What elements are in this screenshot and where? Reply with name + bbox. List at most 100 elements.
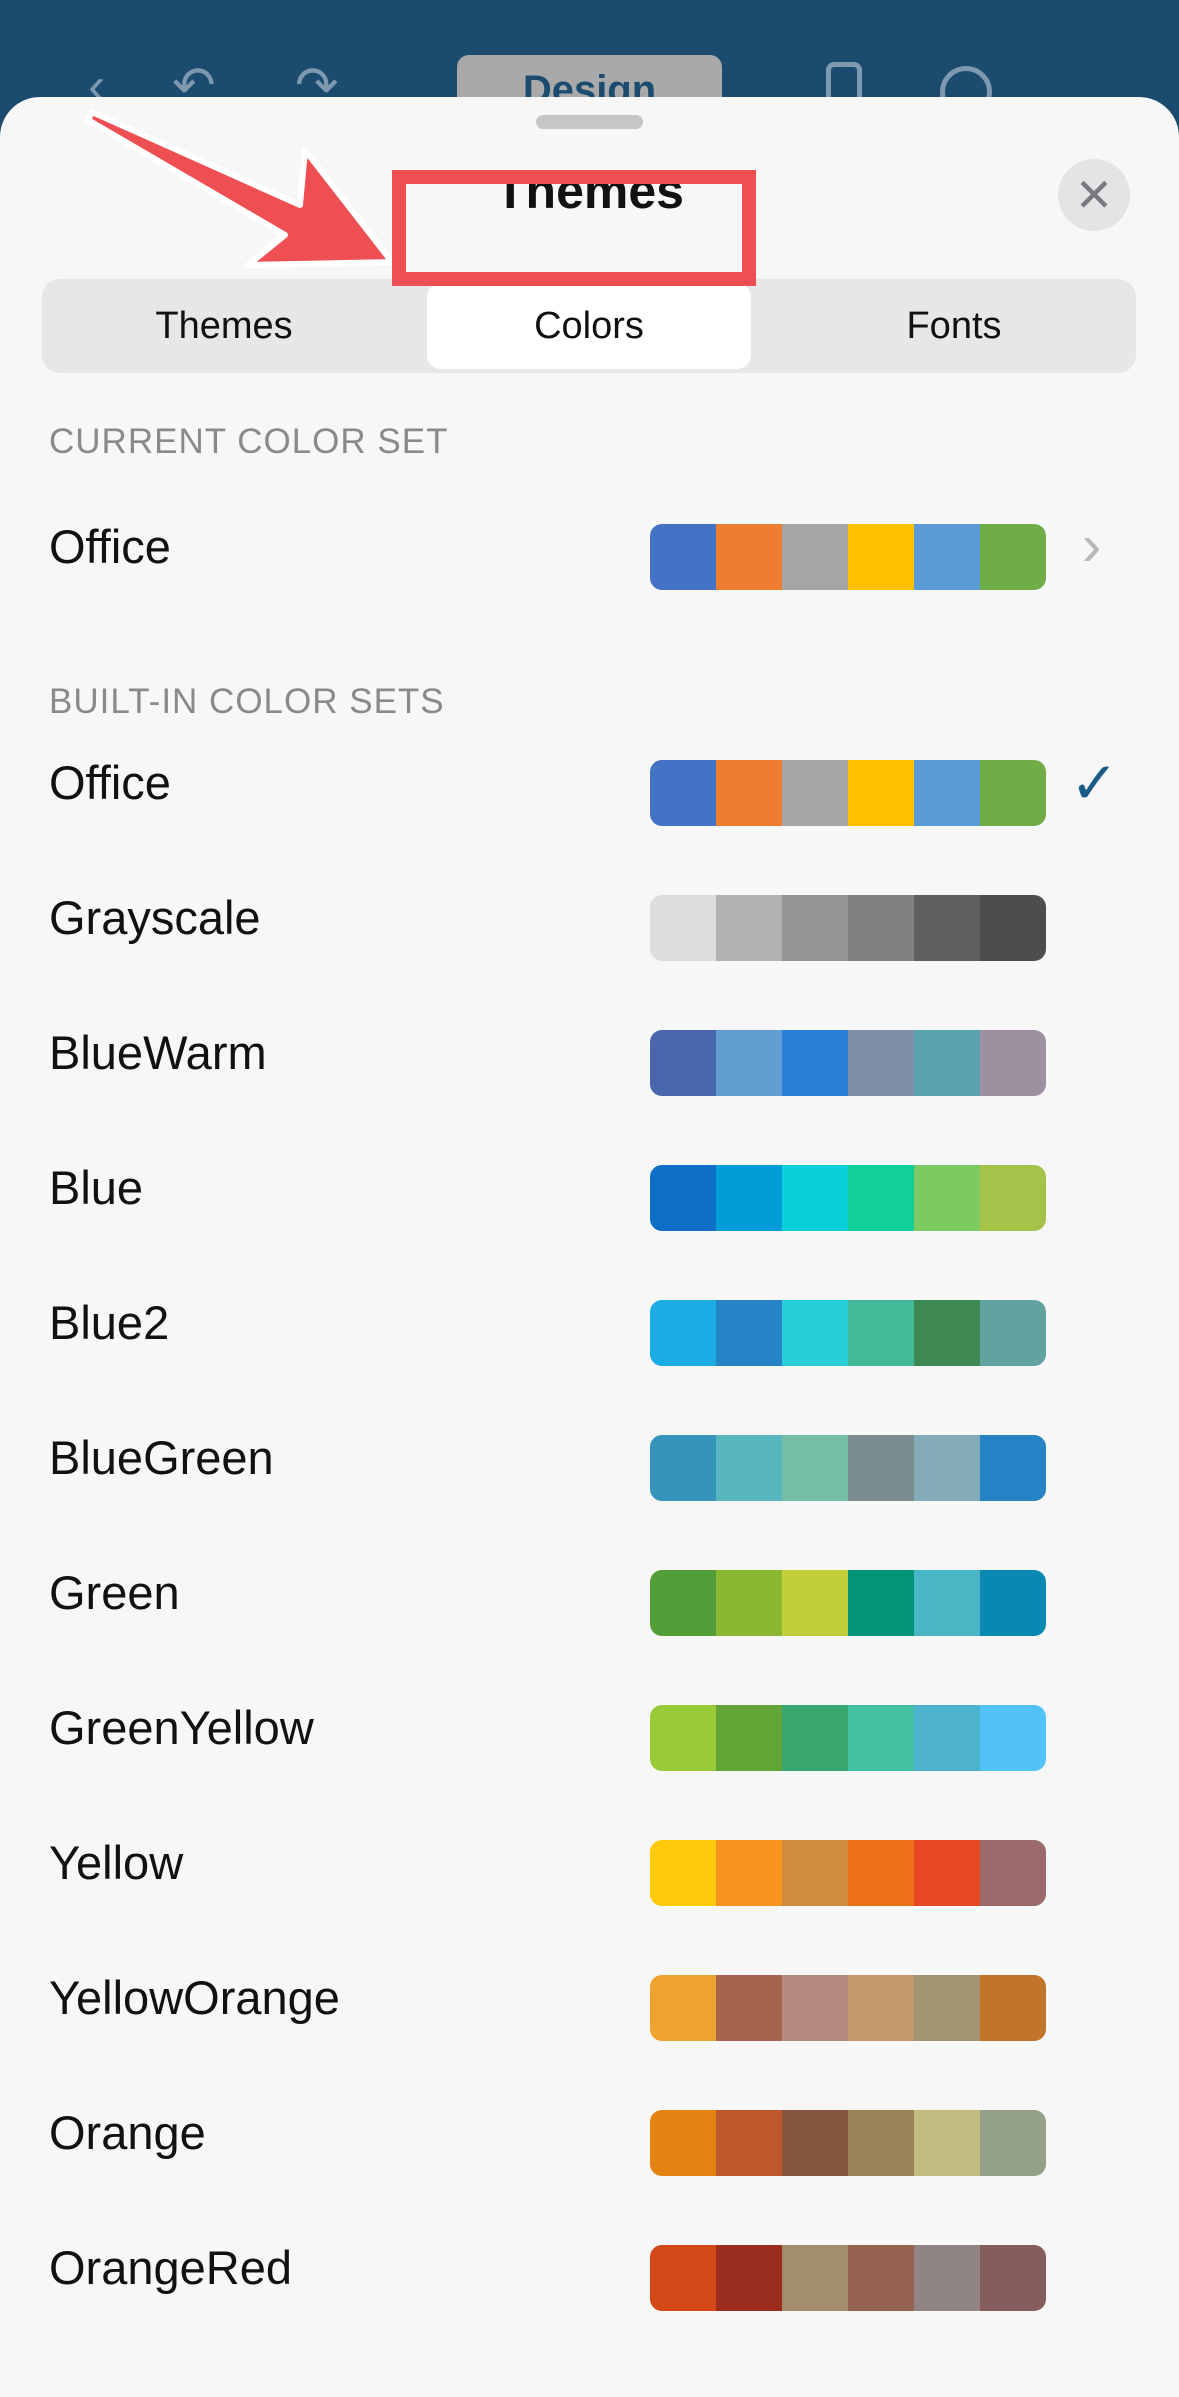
swatch-color (650, 2245, 716, 2311)
swatch-color (716, 1570, 782, 1636)
swatch-color (848, 1705, 914, 1771)
swatch-color (782, 1705, 848, 1771)
color-set-row[interactable]: Office ✓ (0, 715, 1179, 850)
swatch-color (848, 1435, 914, 1501)
swatch-color (650, 524, 716, 590)
color-set-row[interactable]: Orange (0, 2065, 1179, 2200)
swatch-color (716, 895, 782, 961)
color-set-row[interactable]: BlueGreen (0, 1390, 1179, 1525)
color-swatch (650, 1165, 1046, 1231)
color-set-name: BlueWarm (49, 1026, 267, 1079)
color-set-name: BlueGreen (49, 1431, 274, 1484)
swatch-color (980, 1570, 1046, 1636)
swatch-color (650, 1570, 716, 1636)
color-swatch (650, 1975, 1046, 2041)
swatch-color (782, 1975, 848, 2041)
color-swatch (650, 2110, 1046, 2176)
current-color-set-row[interactable]: Office › (0, 479, 1179, 614)
swatch-color (716, 1300, 782, 1366)
color-set-row[interactable]: Blue (0, 1120, 1179, 1255)
swatch-color (848, 1570, 914, 1636)
swatch-color (650, 760, 716, 826)
swatch-color (914, 1570, 980, 1636)
swatch-color (650, 1165, 716, 1231)
swatch-color (650, 1030, 716, 1096)
current-section-label: CURRENT COLOR SET (49, 422, 449, 461)
swatch-color (716, 2245, 782, 2311)
swatch-color (914, 1435, 980, 1501)
swatch-color (848, 1840, 914, 1906)
swatch-color (980, 2245, 1046, 2311)
swatch-color (914, 895, 980, 961)
swatch-color (980, 1030, 1046, 1096)
swatch-color (914, 1705, 980, 1771)
color-set-name: Orange (49, 2106, 206, 2159)
swatch-color (782, 1840, 848, 1906)
swatch-color (848, 895, 914, 961)
color-set-name: Green (49, 1566, 180, 1619)
swatch-color (650, 2110, 716, 2176)
swatch-color (782, 1165, 848, 1231)
color-set-row[interactable]: Grayscale (0, 850, 1179, 985)
swatch-color (650, 1975, 716, 2041)
swatch-color (716, 2110, 782, 2176)
swatch-color (782, 895, 848, 961)
swatch-color (914, 2110, 980, 2176)
swatch-color (782, 524, 848, 590)
swatch-color (782, 2110, 848, 2176)
swatch-color (650, 895, 716, 961)
swatch-color (848, 1975, 914, 2041)
color-set-row[interactable]: Blue2 (0, 1255, 1179, 1390)
swatch-color (980, 1840, 1046, 1906)
color-set-name: OrangeRed (49, 2241, 292, 2294)
color-set-row[interactable]: Green (0, 1525, 1179, 1660)
color-swatch (650, 895, 1046, 961)
swatch-color (716, 1840, 782, 1906)
swatch-color (848, 1030, 914, 1096)
color-set-row[interactable]: GreenYellow (0, 1660, 1179, 1795)
swatch-color (980, 1705, 1046, 1771)
swatch-color (716, 1705, 782, 1771)
swatch-color (980, 760, 1046, 826)
swatch-color (650, 1435, 716, 1501)
swatch-color (650, 1705, 716, 1771)
swatch-color (980, 2110, 1046, 2176)
color-set-name: Office (49, 756, 171, 809)
color-set-row[interactable]: OrangeRed (0, 2200, 1179, 2335)
swatch-color (980, 1435, 1046, 1501)
color-set-name: Office (49, 520, 171, 573)
color-set-row[interactable]: BlueWarm (0, 985, 1179, 1120)
color-swatch (650, 1705, 1046, 1771)
swatch-color (980, 895, 1046, 961)
swatch-color (914, 1975, 980, 2041)
color-set-name: Blue (49, 1161, 144, 1214)
swatch-color (848, 524, 914, 590)
swatch-color (980, 1975, 1046, 2041)
swatch-color (782, 1435, 848, 1501)
swatch-color (848, 2245, 914, 2311)
color-set-name: Yellow (49, 1836, 184, 1889)
swatch-color (782, 2245, 848, 2311)
checkmark-icon: ✓ (1070, 751, 1119, 816)
color-swatch (650, 1435, 1046, 1501)
color-swatch (650, 524, 1046, 590)
color-swatch (650, 1570, 1046, 1636)
color-set-row[interactable]: Yellow (0, 1795, 1179, 1930)
chevron-right-icon: › (1082, 513, 1102, 578)
swatch-color (914, 1840, 980, 1906)
swatch-color (716, 524, 782, 590)
swatch-color (980, 1165, 1046, 1231)
swatch-color (848, 1165, 914, 1231)
annotation-highlight-box (392, 170, 756, 286)
themes-sheet: Themes ✕ Themes Colors Fonts CURRENT COL… (0, 97, 1179, 2397)
color-set-row[interactable]: YellowOrange (0, 1930, 1179, 2065)
swatch-color (848, 1300, 914, 1366)
swatch-color (716, 1975, 782, 2041)
swatch-color (650, 1300, 716, 1366)
swatch-color (716, 1030, 782, 1096)
swatch-color (782, 1030, 848, 1096)
color-set-name: Grayscale (49, 891, 261, 944)
swatch-color (782, 760, 848, 826)
swatch-color (782, 1570, 848, 1636)
swatch-color (980, 524, 1046, 590)
